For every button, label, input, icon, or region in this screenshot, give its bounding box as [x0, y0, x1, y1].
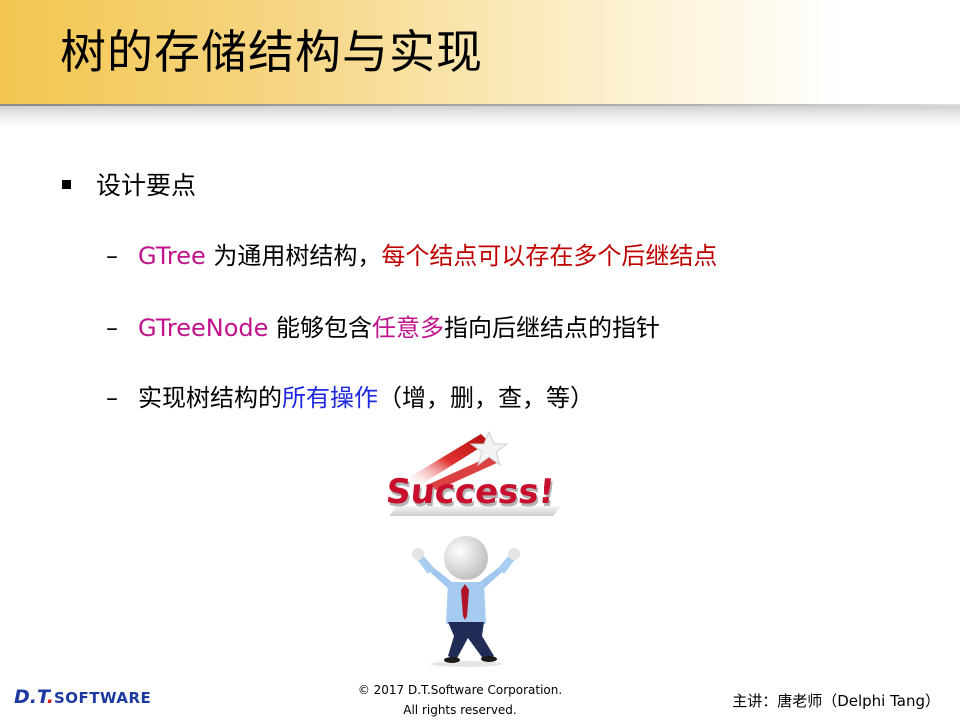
dash-bullet-icon: –: [106, 314, 118, 342]
presenter-credit: 主讲：唐老师（Delphi Tang）: [732, 692, 940, 710]
dt-software-logo: D.T.SOFTWARE: [14, 686, 151, 708]
copyright-line-2: All rights reserved.: [403, 703, 517, 717]
success-illustration: Success! Success!: [385, 430, 561, 516]
sub-bullet-1-seg-3: 每个结点可以存在多个后继结点: [381, 242, 718, 270]
main-bullet-text: 设计要点: [96, 171, 197, 200]
sub-bullet-3-seg-1: 实现树结构的: [138, 384, 282, 412]
success-word: Success!: [385, 472, 556, 512]
slide-title: 树的存储结构与实现: [60, 25, 483, 79]
copyright-line-1: © 2017 D.T.Software Corporation.: [357, 683, 563, 697]
sub-bullet-2-seg-3: 任意多: [372, 314, 445, 342]
title-divider: [0, 104, 960, 128]
sub-bullet-2-seg-4: 指向后继结点的指针: [444, 314, 661, 342]
main-bullet: 设计要点: [62, 166, 196, 202]
sub-bullet-1-seg-1: GTree: [138, 242, 206, 270]
dash-bullet-icon: –: [106, 242, 118, 270]
logo-dt: D.T: [14, 686, 47, 708]
sub-bullet-3-seg-2: 所有操作: [282, 384, 378, 412]
sub-bullet-2-seg-2: 能够包含: [268, 314, 373, 342]
sub-bullet-2: – GTreeNode 能够包含任意多指向后继结点的指针: [106, 308, 660, 343]
sub-bullet-3: – 实现树结构的所有操作（增，删，查，等）: [106, 378, 594, 413]
sub-bullet-3-seg-3: （增，删，查，等）: [378, 384, 594, 412]
copyright-notice: © 2017 D.T.Software Corporation. All rig…: [340, 680, 580, 720]
square-bullet-icon: [62, 179, 71, 189]
person-figure-icon: [412, 536, 520, 667]
sub-bullet-1: – GTree 为通用树结构，每个结点可以存在多个后继结点: [106, 236, 717, 271]
sub-bullet-1-seg-2: 为通用树结构，: [205, 242, 382, 270]
sub-bullet-2-seg-1: GTreeNode: [138, 314, 269, 342]
logo-software: SOFTWARE: [53, 689, 152, 707]
dash-bullet-icon: –: [106, 384, 118, 412]
logo-dot: .: [46, 686, 54, 708]
